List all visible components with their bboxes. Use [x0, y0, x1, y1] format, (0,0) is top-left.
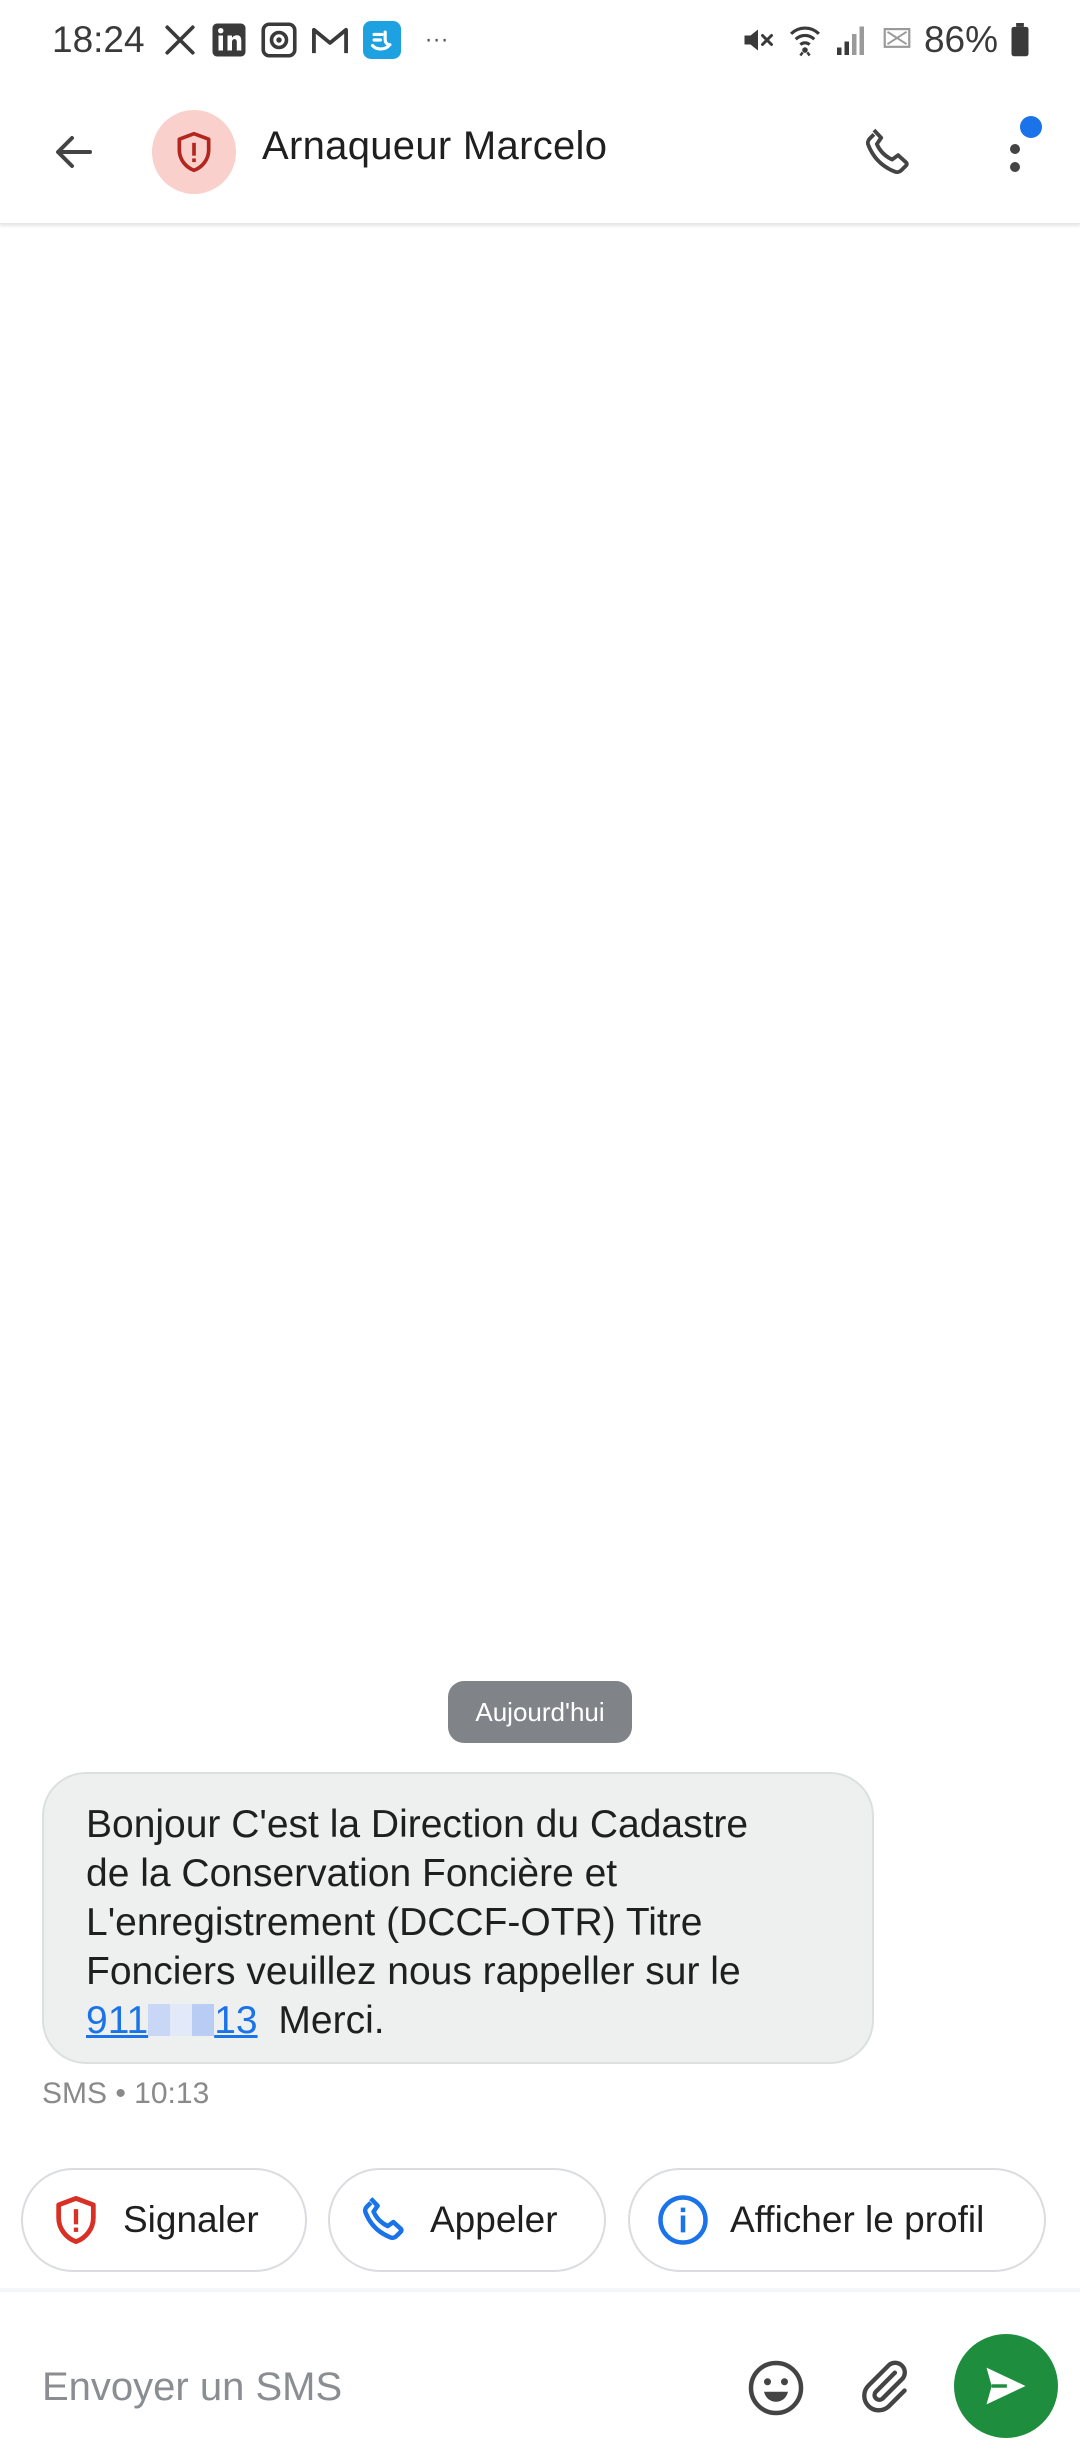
phone-icon — [865, 128, 909, 175]
send-icon — [986, 2367, 1026, 2405]
phone-number-link[interactable]: 911 13 — [86, 1999, 258, 2042]
blue-app-icon — [362, 21, 401, 59]
report-spam-chip[interactable]: Signaler — [21, 2168, 307, 2272]
gmail-icon — [311, 23, 349, 57]
phone-prefix: 911 — [86, 1999, 149, 2042]
message-line: Bonjour C'est la Direction du Cadastre — [86, 1803, 749, 1846]
messages-screen: 18:24 ··· 86% Arnaqueur Marcelo Aujourd'… — [0, 0, 1080, 2460]
status-right: 86% — [740, 19, 1030, 61]
status-bar: 18:24 ··· 86% — [0, 0, 1080, 80]
send-button[interactable] — [954, 2334, 1058, 2438]
message-timestamp: SMS • 10:13 — [42, 2077, 210, 2110]
message-line: de la Conservation Foncière et — [86, 1852, 618, 1895]
more-notifications-icon: ··· — [424, 26, 449, 53]
report-chip-label: Signaler — [123, 2199, 259, 2240]
sms-input[interactable] — [42, 2352, 682, 2422]
emoji-icon — [748, 2360, 804, 2416]
x-icon — [163, 23, 197, 57]
muted-icon — [740, 22, 776, 58]
date-separator: Aujourd'hui — [448, 1681, 632, 1743]
message-line: Fonciers veuillez nous rappeller sur le — [86, 1950, 741, 1993]
info-icon — [656, 2193, 710, 2247]
shield-warning-icon — [49, 2193, 103, 2247]
notification-dot — [1020, 116, 1042, 138]
menu-dot-icon — [1010, 162, 1020, 172]
message-bubble[interactable]: Bonjour C'est la Direction du Cadastre d… — [42, 1772, 874, 2064]
shield-warning-icon — [177, 131, 211, 173]
view-profile-chip[interactable]: Afficher le profil — [628, 2168, 1046, 2272]
contact-avatar[interactable] — [152, 110, 236, 194]
message-last-line: 911 13 Merci. — [86, 1996, 832, 2045]
signal-icon — [834, 23, 870, 57]
more-options-button[interactable] — [1000, 116, 1050, 196]
paperclip-icon — [862, 2360, 907, 2413]
battery-icon — [1010, 23, 1030, 57]
profile-chip-label: Afficher le profil — [730, 2199, 985, 2240]
redacted-digits — [148, 2004, 215, 2036]
no-sim-icon — [882, 25, 912, 55]
contact-name: Arnaqueur Marcelo — [262, 124, 608, 168]
phone-suffix: 13 — [214, 1999, 258, 2042]
status-left: 18:24 ··· — [52, 19, 449, 61]
conversation-header: Arnaqueur Marcelo — [0, 80, 1080, 224]
arrow-back-icon — [56, 136, 92, 168]
call-chip[interactable]: Appeler — [328, 2168, 606, 2272]
status-time: 18:24 — [52, 19, 145, 60]
menu-dot-icon — [1010, 144, 1020, 154]
call-button[interactable] — [852, 118, 922, 188]
attach-button[interactable] — [852, 2354, 916, 2418]
battery-percent: 86% — [923, 19, 998, 60]
wifi-icon — [788, 21, 822, 59]
emoji-button[interactable] — [744, 2356, 808, 2420]
back-button[interactable] — [42, 120, 106, 184]
message-closing: Merci. — [267, 1999, 385, 2042]
grid-app-icon — [261, 22, 297, 58]
message-line: L'enregistrement (DCCF-OTR) Titre — [86, 1901, 703, 1944]
linkedin-icon — [211, 22, 247, 58]
phone-icon — [356, 2193, 410, 2247]
message-composer — [0, 2292, 1080, 2460]
call-chip-label: Appeler — [430, 2199, 558, 2240]
